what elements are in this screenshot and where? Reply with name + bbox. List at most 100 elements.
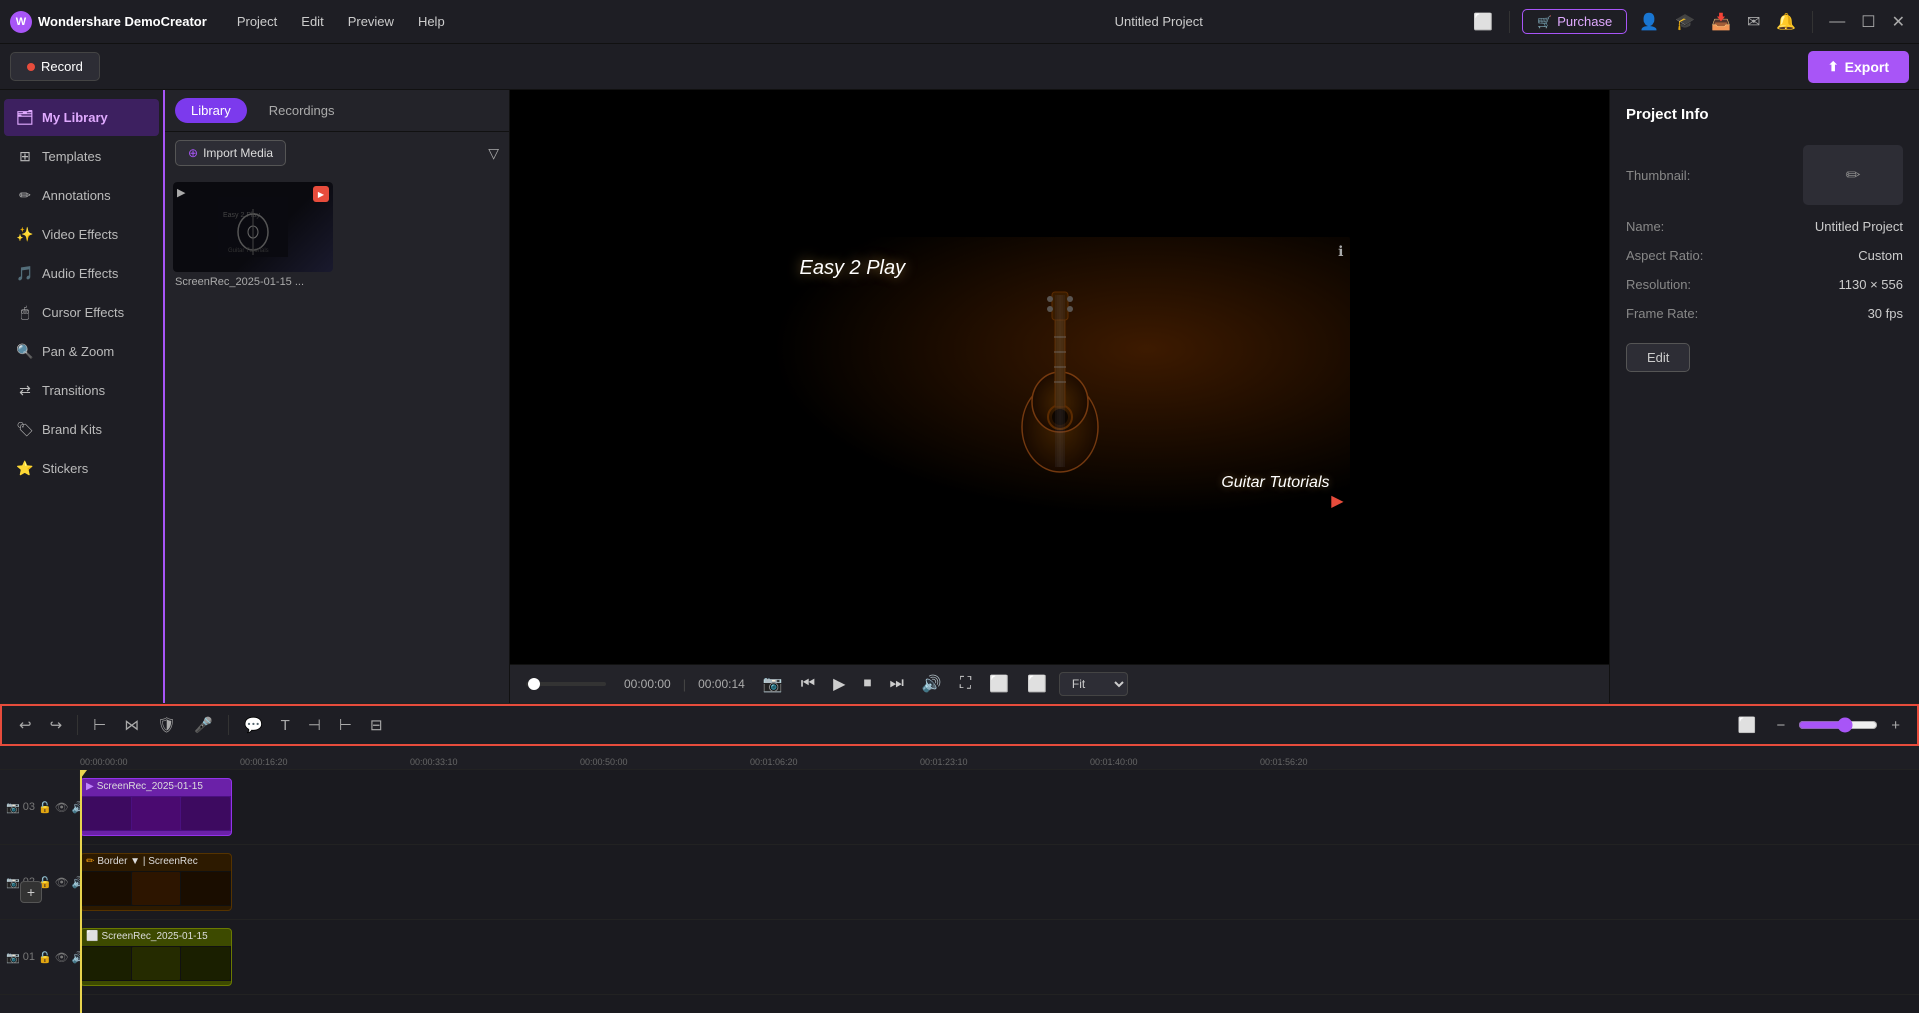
menu-project[interactable]: Project — [227, 10, 287, 33]
record-label: Record — [41, 59, 83, 74]
sidebar-item-brand-kits[interactable]: 🏷 Brand Kits — [4, 411, 159, 448]
prev-frame-button[interactable]: ⏮ — [795, 672, 821, 696]
track-lock-icon[interactable]: 🔓 — [38, 801, 52, 814]
group-button[interactable]: ⊟ — [363, 712, 390, 738]
align-right-button[interactable]: ⊢ — [332, 712, 359, 738]
preview-scrubber[interactable] — [526, 682, 606, 686]
sidebar-item-transitions[interactable]: ⇄ Transitions — [4, 372, 159, 409]
thumbnail-edit-icon: ✏ — [1845, 165, 1860, 186]
track-lock-icon[interactable]: 🔓 — [38, 951, 52, 964]
tab-recordings[interactable]: Recordings — [253, 98, 351, 123]
close-icon[interactable]: ✕ — [1888, 8, 1909, 36]
sidebar-item-pan-zoom[interactable]: 🔍 Pan & Zoom — [4, 333, 159, 370]
media-item[interactable]: Easy 2 Play Guitar Tutorials ▶ ▶ ScreenR… — [173, 182, 333, 292]
edit-button[interactable]: Edit — [1626, 343, 1690, 372]
download-icon[interactable]: 📥 — [1707, 8, 1735, 36]
brand-kits-icon: 🏷 — [16, 421, 34, 438]
menu-preview[interactable]: Preview — [338, 10, 404, 33]
purchase-button[interactable]: Purchase — [1522, 9, 1627, 34]
clip-screenrec-01[interactable]: ⬜ ScreenRec_2025-01-15 — [80, 928, 232, 986]
crop-button[interactable]: ⬜ — [983, 671, 1015, 697]
aspect-ratio-button[interactable]: ⬜ — [1021, 671, 1053, 697]
preview-panel: Easy 2 Play Guitar Tutorials ℹ ▶ 00:00:0… — [510, 90, 1609, 703]
trim-button[interactable]: ⋈ — [117, 712, 146, 738]
split-button[interactable]: ⊢ — [86, 712, 113, 738]
toolbar-separator — [77, 715, 78, 735]
fullscreen-button[interactable]: ⛶ — [954, 672, 977, 696]
app-logo-icon: W — [10, 11, 32, 33]
play-button[interactable]: ▶ — [827, 671, 851, 697]
sidebar-item-my-library[interactable]: 🗂 My Library — [4, 99, 159, 136]
undo-button[interactable]: ↩ — [12, 712, 39, 738]
shield-button[interactable]: 🛡 — [150, 712, 183, 738]
clip-frame — [82, 797, 131, 830]
sidebar-item-templates[interactable]: ⊞ Templates — [4, 138, 159, 175]
track-visibility-icon[interactable]: 👁 — [55, 951, 69, 964]
sidebar-item-video-effects[interactable]: ✨ Video Effects — [4, 216, 159, 253]
sidebar-item-annotations[interactable]: ✏ Annotations — [4, 177, 159, 214]
notification-icon[interactable]: ⬜ — [1469, 8, 1497, 36]
timeline-section: ↩ ↪ ⊢ ⋈ 🛡 🎤 💬 T ⊣ ⊢ ⊟ ⬜ − + 00:00:00:00 — [0, 703, 1919, 1013]
redo-button[interactable]: ↪ — [43, 712, 70, 738]
track-visibility-icon[interactable]: 👁 — [55, 801, 69, 814]
zoom-out-button[interactable]: − — [1769, 713, 1792, 738]
sidebar-item-stickers[interactable]: ⭐ Stickers — [4, 450, 159, 487]
align-left-button[interactable]: ⊣ — [301, 712, 328, 738]
clip-label: ▶ ScreenRec_2025-01-15 — [81, 779, 231, 794]
clip-screenrec-03[interactable]: ▶ ScreenRec_2025-01-15 — [80, 778, 232, 836]
frame-rate-label: Frame Rate: — [1626, 306, 1698, 321]
sidebar-item-label: Cursor Effects — [42, 305, 124, 320]
text-button[interactable]: T — [274, 713, 297, 738]
resolution-label: Resolution: — [1626, 277, 1691, 292]
export-button[interactable]: Export — [1808, 51, 1909, 83]
sidebar-item-label: Audio Effects — [42, 266, 118, 281]
import-media-button[interactable]: Import Media — [175, 140, 286, 166]
project-info-title: Project Info — [1626, 106, 1903, 123]
sidebar-item-label: Annotations — [42, 188, 111, 203]
menu-edit[interactable]: Edit — [291, 10, 333, 33]
maximize-icon[interactable]: ☐ — [1857, 8, 1879, 36]
zoom-slider[interactable] — [1798, 717, 1878, 733]
sidebar-item-cursor-effects[interactable]: 🖱 Cursor Effects — [4, 294, 159, 331]
screenshot-button[interactable]: 📷 — [757, 671, 789, 697]
account-icon[interactable]: 👤 — [1635, 8, 1663, 36]
record-button[interactable]: Record — [10, 52, 100, 81]
fit-select[interactable]: Fit Fill 100% — [1059, 672, 1128, 696]
track-visibility-icon[interactable]: 👁 — [55, 876, 69, 889]
stop-button[interactable]: ⏹ — [857, 672, 877, 696]
track-id: 03 — [23, 801, 35, 813]
bell-icon[interactable]: 🔔 — [1772, 8, 1800, 36]
mic-button[interactable]: 🎤 — [187, 712, 220, 738]
volume-button[interactable]: 🔊 — [916, 671, 948, 697]
name-row: Name: Untitled Project — [1626, 219, 1903, 234]
resolution-row: Resolution: 1130 × 556 — [1626, 277, 1903, 292]
pan-zoom-icon: 🔍 — [16, 343, 34, 360]
caption-button[interactable]: 💬 — [237, 712, 270, 738]
track-camera-icon: 📷 — [6, 876, 20, 889]
mail-icon[interactable]: ✉ — [1743, 8, 1764, 36]
zoom-in-button[interactable]: + — [1884, 713, 1907, 738]
transitions-icon: ⇄ — [16, 382, 34, 399]
add-track-button[interactable]: + — [20, 881, 42, 903]
filter-icon[interactable]: ▽ — [488, 145, 499, 162]
stickers-icon: ⭐ — [16, 460, 34, 477]
annotations-icon: ✏ — [16, 187, 34, 204]
fit-timeline-button[interactable]: ⬜ — [1731, 712, 1764, 738]
secondbar: Record Export — [0, 44, 1919, 90]
sidebar-item-audio-effects[interactable]: 🎵 Audio Effects — [4, 255, 159, 292]
preview-controls: 00:00:00 | 00:00:14 📷 ⏮ ▶ ⏹ ⏭ 🔊 ⛶ ⬜ ⬜ Fi… — [510, 664, 1609, 703]
tab-library[interactable]: Library — [175, 98, 247, 123]
minimize-icon[interactable]: — — [1825, 9, 1849, 35]
thumbnail-preview[interactable]: ✏ — [1803, 145, 1903, 205]
youtube-icon: ▶ — [1331, 491, 1343, 511]
frame-rate-row: Frame Rate: 30 fps — [1626, 306, 1903, 321]
track-row-01: ⬜ ScreenRec_2025-01-15 — [80, 920, 1919, 995]
school-icon[interactable]: 🎓 — [1671, 8, 1699, 36]
clip-border-02[interactable]: ✏ Border ▼ | ScreenRec — [80, 853, 232, 911]
track-id: 01 — [23, 951, 35, 963]
ruler-mark-1: 00:00:16:20 — [240, 757, 288, 767]
next-frame-button[interactable]: ⏭ — [883, 672, 909, 696]
menu-help[interactable]: Help — [408, 10, 455, 33]
menu-bar: Project Edit Preview Help — [227, 10, 848, 33]
info-icon[interactable]: ℹ — [1338, 243, 1343, 260]
